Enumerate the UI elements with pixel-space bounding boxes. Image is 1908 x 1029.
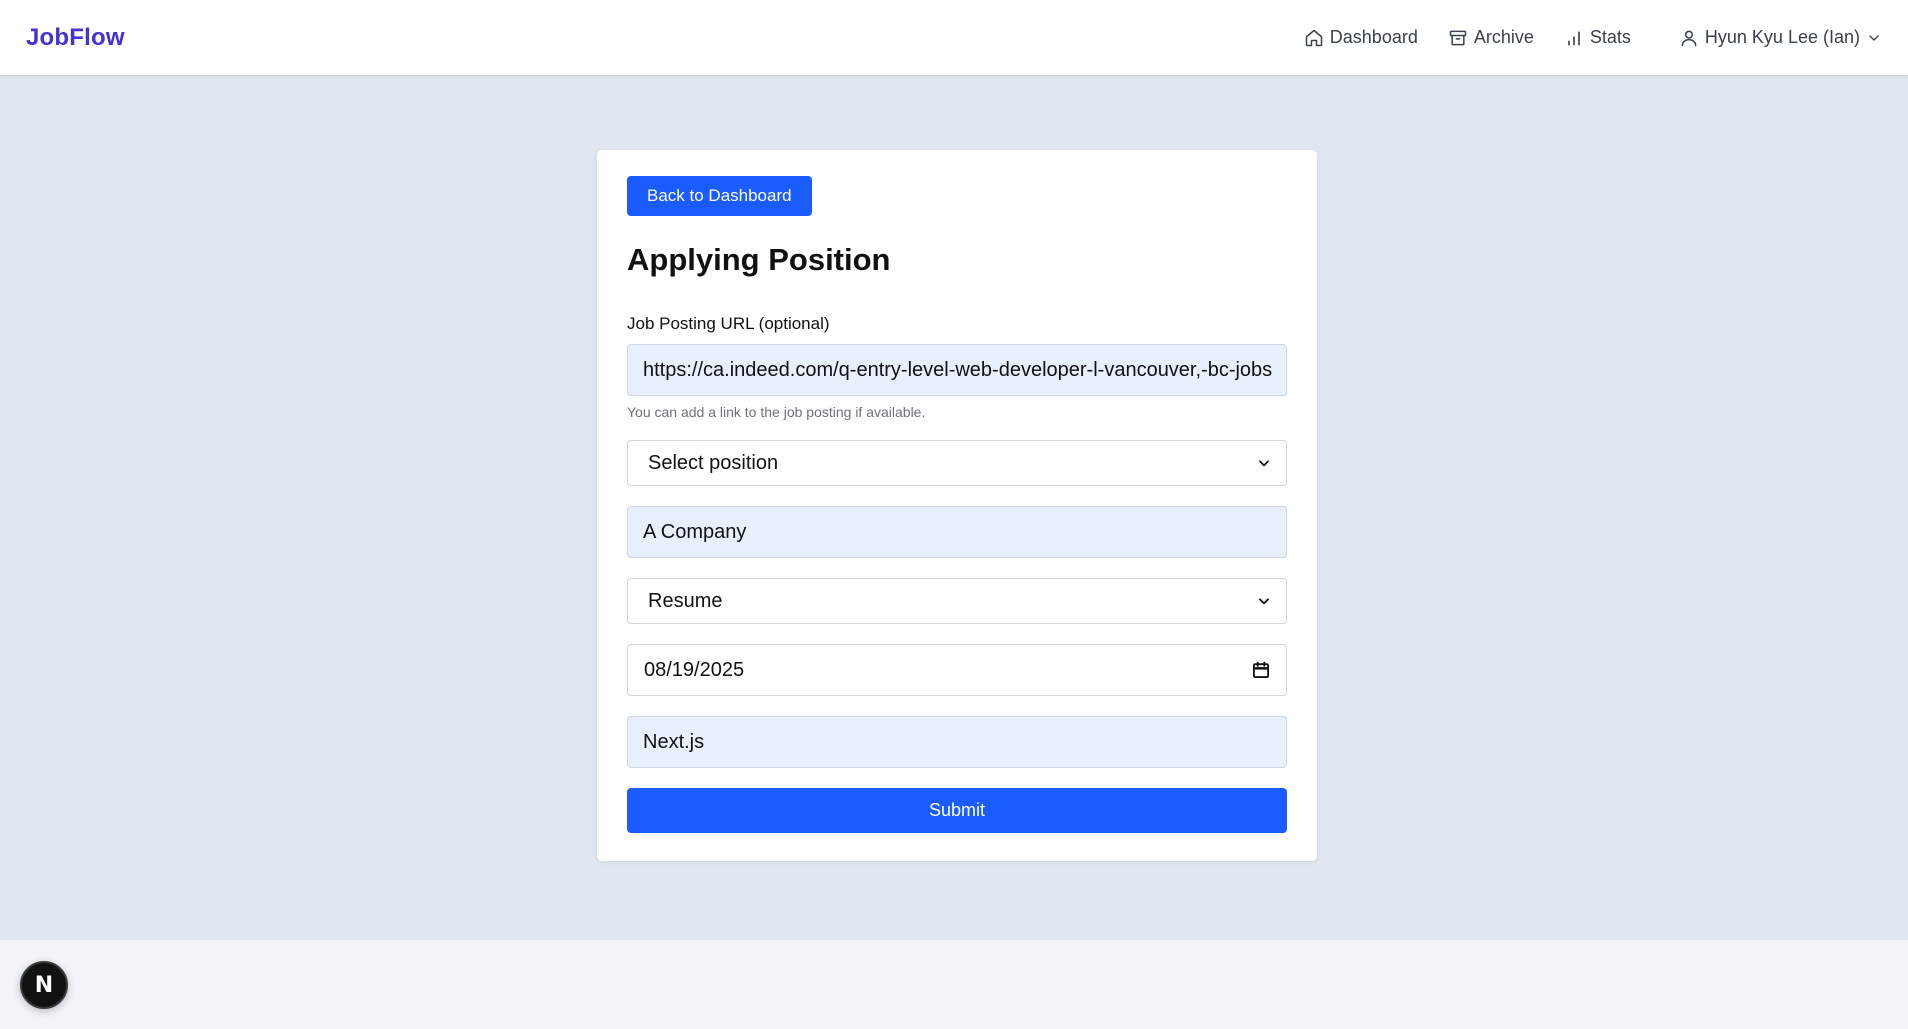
calendar-icon[interactable] xyxy=(1251,660,1271,680)
application-form-card: Back to Dashboard Applying Position Job … xyxy=(597,150,1317,861)
resume-select[interactable]: Resume xyxy=(627,578,1287,624)
nav-dashboard-label: Dashboard xyxy=(1329,27,1418,47)
archive-icon xyxy=(1449,30,1467,45)
user-name: Hyun Kyu Lee (Ian) xyxy=(1704,27,1860,47)
home-icon xyxy=(1305,29,1323,46)
nav-dashboard-link[interactable]: Dashboard xyxy=(1304,27,1418,48)
chevron-down-icon xyxy=(1259,598,1269,605)
footer-area xyxy=(0,940,1908,1029)
chevron-down-icon xyxy=(1259,460,1269,467)
brand-logo[interactable]: JobFlow xyxy=(26,24,125,52)
tech-stack-input[interactable]: Next.js xyxy=(627,716,1287,768)
user-menu[interactable]: Hyun Kyu Lee (Ian) xyxy=(1679,27,1882,48)
job-url-value: https://ca.indeed.com/q-entry-level-web-… xyxy=(643,358,1273,381)
chevron-down-icon xyxy=(1869,34,1879,41)
stats-icon xyxy=(1568,30,1580,46)
nav-archive-label: Archive xyxy=(1473,27,1534,47)
applied-date-value: 08/19/2025 xyxy=(644,658,745,681)
applied-date-input[interactable]: 08/19/2025 xyxy=(627,644,1287,696)
company-input[interactable]: A Company xyxy=(627,506,1287,558)
nextjs-logo-icon: N xyxy=(34,972,54,998)
main-area: Back to Dashboard Applying Position Job … xyxy=(0,75,1908,940)
company-value: A Company xyxy=(643,520,747,543)
nav-archive-link[interactable]: Archive xyxy=(1448,27,1534,48)
nav-links: Dashboard Archive Stats Hyun Kyu Lee (Ia… xyxy=(1274,0,1882,75)
nextjs-dev-badge[interactable]: N xyxy=(20,961,68,1009)
job-url-input[interactable]: https://ca.indeed.com/q-entry-level-web-… xyxy=(627,344,1287,396)
top-navbar: JobFlow Dashboard Archive Stats Hyun Kyu… xyxy=(0,0,1908,75)
resume-select-value: Resume xyxy=(648,589,723,612)
tech-stack-value: Next.js xyxy=(643,730,705,753)
nav-stats-link[interactable]: Stats xyxy=(1564,27,1631,48)
position-select-value: Select position xyxy=(648,451,779,474)
position-select[interactable]: Select position xyxy=(627,440,1287,486)
user-icon xyxy=(1681,30,1697,46)
job-url-hint: You can add a link to the job posting if… xyxy=(627,404,926,420)
job-url-label: Job Posting URL (optional) xyxy=(627,314,830,333)
page-title: Applying Position xyxy=(627,242,891,277)
nav-stats-label: Stats xyxy=(1589,27,1631,47)
submit-button[interactable]: Submit xyxy=(627,788,1287,833)
back-to-dashboard-button[interactable]: Back to Dashboard xyxy=(627,176,812,216)
